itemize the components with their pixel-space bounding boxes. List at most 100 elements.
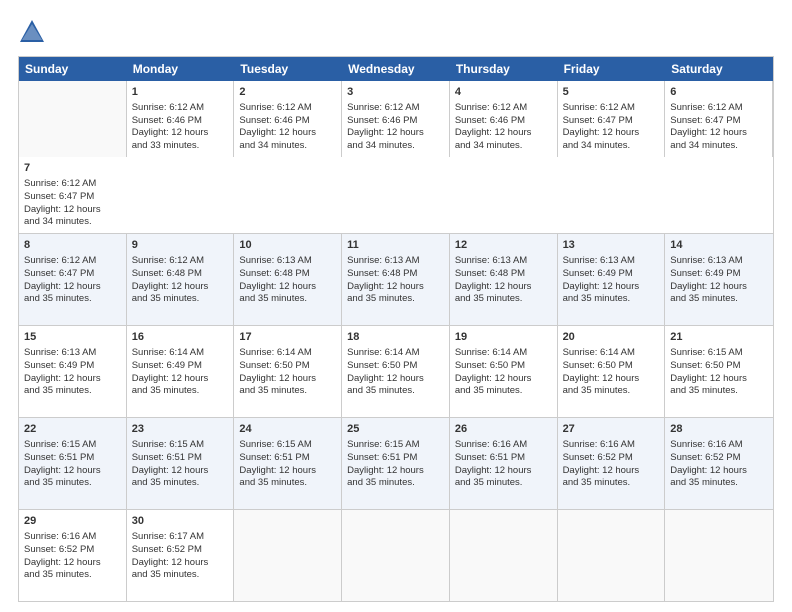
day-info-line-1: Sunrise: 6:14 AM (239, 347, 336, 360)
day-number: 17 (239, 330, 336, 345)
day-number: 10 (239, 238, 336, 253)
day-cell-8: 8Sunrise: 6:12 AMSunset: 6:47 PMDaylight… (19, 234, 127, 325)
day-info-line-3: Daylight: 12 hours (347, 127, 444, 140)
day-info-line-4: and 35 minutes. (239, 477, 336, 490)
day-info-line-4: and 35 minutes. (24, 385, 121, 398)
day-info-line-2: Sunset: 6:46 PM (347, 115, 444, 128)
day-number: 21 (670, 330, 768, 345)
day-info-line-3: Daylight: 12 hours (24, 281, 121, 294)
day-info-line-1: Sunrise: 6:12 AM (132, 102, 229, 115)
day-info-line-3: Daylight: 12 hours (239, 281, 336, 294)
calendar-row: 15Sunrise: 6:13 AMSunset: 6:49 PMDayligh… (19, 326, 773, 418)
day-info-line-1: Sunrise: 6:12 AM (239, 102, 336, 115)
day-info-line-3: Daylight: 12 hours (24, 373, 121, 386)
day-info-line-1: Sunrise: 6:16 AM (24, 531, 121, 544)
day-info-line-3: Daylight: 12 hours (563, 127, 660, 140)
day-number: 9 (132, 238, 229, 253)
day-cell-11: 11 Sunrise: 6:13 AMSunset: 6:48 PMDayligh… (342, 234, 450, 325)
empty-cell (558, 510, 666, 601)
day-info-line-3: Daylight: 12 hours (24, 465, 121, 478)
day-info-line-3: Daylight: 12 hours (670, 281, 768, 294)
day-info-line-3: Daylight: 12 hours (455, 127, 552, 140)
day-info-line-1: Sunrise: 6:12 AM (24, 255, 121, 268)
day-info-line-2: Sunset: 6:50 PM (455, 360, 552, 373)
day-info-line-3: Daylight: 12 hours (24, 204, 122, 217)
day-info-line-1: Sunrise: 6:14 AM (563, 347, 660, 360)
day-info-line-2: Sunset: 6:52 PM (563, 452, 660, 465)
day-cell-21: 21Sunrise: 6:15 AMSunset: 6:50 PMDayligh… (665, 326, 773, 417)
day-cell-23: 23Sunrise: 6:15 AMSunset: 6:51 PMDayligh… (127, 418, 235, 509)
day-info-line-3: Daylight: 12 hours (455, 373, 552, 386)
day-number: 6 (670, 85, 767, 100)
day-info-line-2: Sunset: 6:48 PM (347, 268, 444, 281)
header-day-thursday: Thursday (450, 57, 558, 81)
day-info-line-1: Sunrise: 6:14 AM (455, 347, 552, 360)
day-number: 14 (670, 238, 768, 253)
day-info-line-1: Sunrise: 6:12 AM (455, 102, 552, 115)
day-number: 27 (563, 422, 660, 437)
page: SundayMondayTuesdayWednesdayThursdayFrid… (0, 0, 792, 612)
day-info-line-4: and 35 minutes. (670, 385, 768, 398)
day-info-line-4: and 34 minutes. (670, 140, 767, 153)
day-info-line-4: and 34 minutes. (455, 140, 552, 153)
day-info-line-4: and 35 minutes. (347, 293, 444, 306)
day-info-line-1: Sunrise: 6:13 AM (347, 255, 444, 268)
day-info-line-3: Daylight: 12 hours (563, 281, 660, 294)
day-number: 24 (239, 422, 336, 437)
day-info-line-2: Sunset: 6:51 PM (347, 452, 444, 465)
calendar-body: 1Sunrise: 6:12 AMSunset: 6:46 PMDaylight… (19, 81, 773, 601)
day-info-line-1: Sunrise: 6:12 AM (347, 102, 444, 115)
calendar-row: 22Sunrise: 6:15 AMSunset: 6:51 PMDayligh… (19, 418, 773, 510)
day-cell-13: 13Sunrise: 6:13 AMSunset: 6:49 PMDayligh… (558, 234, 666, 325)
day-info-line-2: Sunset: 6:49 PM (24, 360, 121, 373)
day-info-line-3: Daylight: 12 hours (239, 373, 336, 386)
header-day-wednesday: Wednesday (342, 57, 450, 81)
day-cell-20: 20Sunrise: 6:14 AMSunset: 6:50 PMDayligh… (558, 326, 666, 417)
day-info-line-3: Daylight: 12 hours (455, 281, 552, 294)
day-cell-3: 3Sunrise: 6:12 AMSunset: 6:46 PMDaylight… (342, 81, 450, 157)
day-info-line-4: and 35 minutes. (24, 293, 121, 306)
header-day-friday: Friday (558, 57, 666, 81)
day-info-line-2: Sunset: 6:51 PM (132, 452, 229, 465)
day-info-line-2: Sunset: 6:49 PM (132, 360, 229, 373)
day-info-line-3: Daylight: 12 hours (347, 281, 444, 294)
day-info-line-4: and 35 minutes. (455, 293, 552, 306)
day-cell-17: 17Sunrise: 6:14 AMSunset: 6:50 PMDayligh… (234, 326, 342, 417)
day-number: 19 (455, 330, 552, 345)
logo-icon (18, 18, 46, 46)
day-info-line-1: Sunrise: 6:16 AM (563, 439, 660, 452)
day-info-line-4: and 35 minutes. (563, 385, 660, 398)
logo (18, 18, 50, 46)
day-info-line-4: and 35 minutes. (347, 385, 444, 398)
day-number: 4 (455, 85, 552, 100)
day-info-line-4: and 35 minutes. (455, 385, 552, 398)
day-info-line-4: and 35 minutes. (132, 385, 229, 398)
empty-cell (234, 510, 342, 601)
day-cell-26: 26Sunrise: 6:16 AMSunset: 6:51 PMDayligh… (450, 418, 558, 509)
day-info-line-3: Daylight: 12 hours (24, 557, 121, 570)
day-info-line-4: and 35 minutes. (563, 293, 660, 306)
day-info-line-1: Sunrise: 6:16 AM (455, 439, 552, 452)
day-number: 11 (347, 238, 444, 253)
day-info-line-3: Daylight: 12 hours (670, 127, 767, 140)
day-cell-5: 5Sunrise: 6:12 AMSunset: 6:47 PMDaylight… (558, 81, 666, 157)
day-info-line-2: Sunset: 6:52 PM (670, 452, 768, 465)
day-cell-30: 30Sunrise: 6:17 AMSunset: 6:52 PMDayligh… (127, 510, 235, 601)
day-cell-1: 1Sunrise: 6:12 AMSunset: 6:46 PMDaylight… (127, 81, 235, 157)
day-number: 20 (563, 330, 660, 345)
calendar-row: 8Sunrise: 6:12 AMSunset: 6:47 PMDaylight… (19, 234, 773, 326)
calendar: SundayMondayTuesdayWednesdayThursdayFrid… (18, 56, 774, 602)
day-info-line-3: Daylight: 12 hours (455, 465, 552, 478)
day-number: 8 (24, 238, 121, 253)
day-number: 22 (24, 422, 121, 437)
day-number: 7 (24, 161, 122, 176)
day-cell-14: 14Sunrise: 6:13 AMSunset: 6:49 PMDayligh… (665, 234, 773, 325)
day-info-line-2: Sunset: 6:52 PM (132, 544, 229, 557)
day-info-line-3: Daylight: 12 hours (132, 557, 229, 570)
day-info-line-2: Sunset: 6:50 PM (347, 360, 444, 373)
day-cell-4: 4Sunrise: 6:12 AMSunset: 6:46 PMDaylight… (450, 81, 558, 157)
day-number: 29 (24, 514, 121, 529)
day-number: 13 (563, 238, 660, 253)
day-info-line-1: Sunrise: 6:13 AM (670, 255, 768, 268)
day-info-line-1: Sunrise: 6:14 AM (347, 347, 444, 360)
